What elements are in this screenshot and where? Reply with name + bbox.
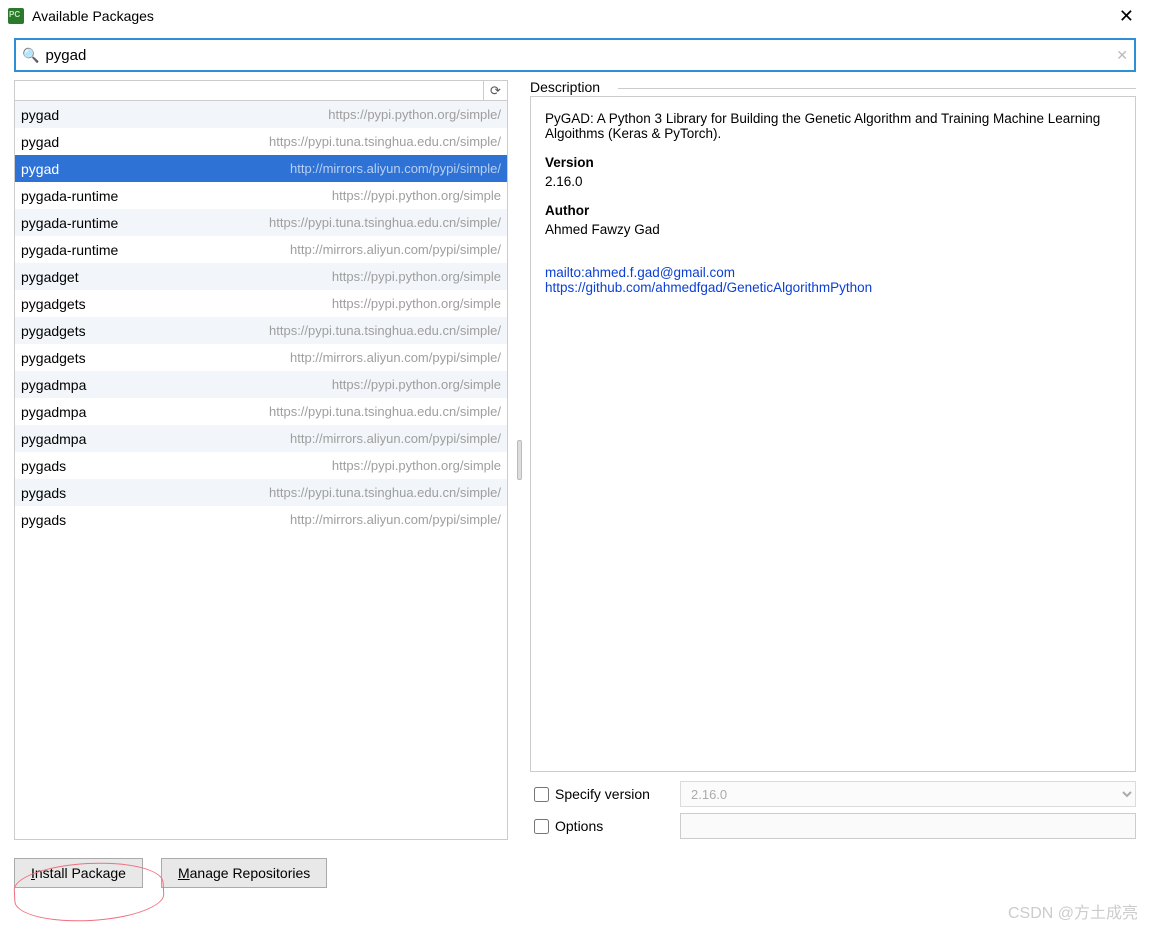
version-select[interactable]: 2.16.0 (680, 781, 1136, 807)
package-name: pygad (21, 107, 59, 123)
specify-version-checkbox[interactable] (534, 787, 549, 802)
button-bar: Install Package Manage Repositories (14, 858, 1136, 888)
package-row[interactable]: pygada-runtime https://pypi.python.org/si… (15, 182, 507, 209)
package-row[interactable]: pygadgets https://pypi.tuna.tsinghua.edu.… (15, 317, 507, 344)
package-name: pygadgets (21, 350, 86, 366)
package-source: http://mirrors.aliyun.com/pypi/simple/ (290, 161, 501, 176)
description-rule (618, 88, 1136, 89)
homepage-link[interactable]: https://github.com/ahmedfgad/GeneticAlgo… (545, 280, 872, 295)
package-name: pygad (21, 161, 59, 177)
specify-version-text: Specify version (555, 786, 650, 802)
package-source: https://pypi.python.org/simple (332, 377, 501, 392)
install-package-button[interactable]: Install Package (14, 858, 143, 888)
package-name: pygada-runtime (21, 188, 118, 204)
author-value: Ahmed Fawzy Gad (545, 222, 1121, 237)
package-name: pygadmpa (21, 431, 86, 447)
search-input[interactable] (43, 46, 1116, 65)
watermark: CSDN @方土成亮 (1008, 899, 1138, 923)
version-value: 2.16.0 (545, 174, 1121, 189)
package-list-panel: ⟳ pygad https://pypi.python.org/simple/py… (14, 80, 508, 840)
author-label: Author (545, 203, 1121, 218)
package-row[interactable]: pygadmpa https://pypi.python.org/simple (15, 371, 507, 398)
splitter-grip-icon (517, 440, 522, 480)
package-source: https://pypi.tuna.tsinghua.edu.cn/simple… (269, 485, 501, 500)
options-area: Specify version 2.16.0 Options (530, 780, 1136, 844)
package-row[interactable]: pygadget https://pypi.python.org/simple (15, 263, 507, 290)
package-row[interactable]: pygadmpa http://mirrors.aliyun.com/pypi/s… (15, 425, 507, 452)
splitter[interactable] (508, 80, 530, 840)
version-label: Version (545, 155, 1121, 170)
description-heading: Description (530, 79, 606, 95)
options-input[interactable] (680, 813, 1136, 839)
package-source: https://pypi.tuna.tsinghua.edu.cn/simple… (269, 323, 501, 338)
package-source: https://pypi.python.org/simple/ (328, 107, 501, 122)
package-source: https://pypi.tuna.tsinghua.edu.cn/simple… (269, 404, 501, 419)
package-source: http://mirrors.aliyun.com/pypi/simple/ (290, 431, 501, 446)
package-source: https://pypi.python.org/simple (332, 188, 501, 203)
package-source: http://mirrors.aliyun.com/pypi/simple/ (290, 512, 501, 527)
clear-search-icon[interactable]: ✕ (1116, 47, 1128, 64)
package-name: pygadmpa (21, 377, 86, 393)
package-name: pygada-runtime (21, 215, 118, 231)
refresh-button[interactable]: ⟳ (483, 81, 507, 100)
package-name: pygada-runtime (21, 242, 118, 258)
package-row[interactable]: pygad https://pypi.python.org/simple/ (15, 101, 507, 128)
package-summary: PyGAD: A Python 3 Library for Building t… (545, 111, 1121, 141)
description-group: Description PyGAD: A Python 3 Library fo… (530, 80, 1136, 772)
package-name: pygad (21, 134, 59, 150)
list-header: ⟳ (15, 81, 507, 101)
package-row[interactable]: pygad http://mirrors.aliyun.com/pypi/simp… (15, 155, 507, 182)
package-source: https://pypi.python.org/simple (332, 269, 501, 284)
refresh-icon: ⟳ (490, 83, 501, 99)
search-field-wrap[interactable]: 🔍 ✕ (14, 38, 1136, 72)
search-icon: 🔍 (22, 47, 39, 64)
package-row[interactable]: pygadgets https://pypi.python.org/simple (15, 290, 507, 317)
package-name: pygadgets (21, 323, 86, 339)
window-title: Available Packages (32, 8, 154, 24)
manage-repositories-button[interactable]: Manage Repositories (161, 858, 327, 888)
description-box: PyGAD: A Python 3 Library for Building t… (530, 96, 1136, 772)
author-email-link[interactable]: mailto:ahmed.f.gad@gmail.com (545, 265, 735, 280)
package-name: pygads (21, 512, 66, 528)
options-checkbox-label[interactable]: Options (530, 816, 680, 837)
options-checkbox[interactable] (534, 819, 549, 834)
package-row[interactable]: pygadgets http://mirrors.aliyun.com/pypi/… (15, 344, 507, 371)
package-source: http://mirrors.aliyun.com/pypi/simple/ (290, 242, 501, 257)
package-row[interactable]: pygada-runtime https://pypi.tuna.tsinghua… (15, 209, 507, 236)
specify-version-checkbox-label[interactable]: Specify version (530, 784, 680, 805)
app-icon (8, 8, 24, 24)
package-name: pygadmpa (21, 404, 86, 420)
package-name: pygads (21, 485, 66, 501)
package-source: https://pypi.python.org/simple (332, 458, 501, 473)
package-source: https://pypi.tuna.tsinghua.edu.cn/simple… (269, 215, 501, 230)
titlebar: Available Packages ✕ (0, 0, 1150, 32)
details-panel: Description PyGAD: A Python 3 Library fo… (530, 80, 1136, 840)
close-button[interactable]: ✕ (1111, 6, 1142, 27)
package-row[interactable]: pygads https://pypi.tuna.tsinghua.edu.cn/… (15, 479, 507, 506)
package-row[interactable]: pygada-runtime http://mirrors.aliyun.com/… (15, 236, 507, 263)
package-row[interactable]: pygads https://pypi.python.org/simple (15, 452, 507, 479)
package-name: pygadget (21, 269, 79, 285)
package-row[interactable]: pygads http://mirrors.aliyun.com/pypi/sim… (15, 506, 507, 533)
package-source: https://pypi.tuna.tsinghua.edu.cn/simple… (269, 134, 501, 149)
package-name: pygads (21, 458, 66, 474)
package-row[interactable]: pygad https://pypi.tuna.tsinghua.edu.cn/s… (15, 128, 507, 155)
package-source: http://mirrors.aliyun.com/pypi/simple/ (290, 350, 501, 365)
options-text: Options (555, 818, 603, 834)
package-row[interactable]: pygadmpa https://pypi.tuna.tsinghua.edu.c… (15, 398, 507, 425)
package-name: pygadgets (21, 296, 86, 312)
package-source: https://pypi.python.org/simple (332, 296, 501, 311)
package-list[interactable]: pygad https://pypi.python.org/simple/pyga… (15, 101, 507, 839)
